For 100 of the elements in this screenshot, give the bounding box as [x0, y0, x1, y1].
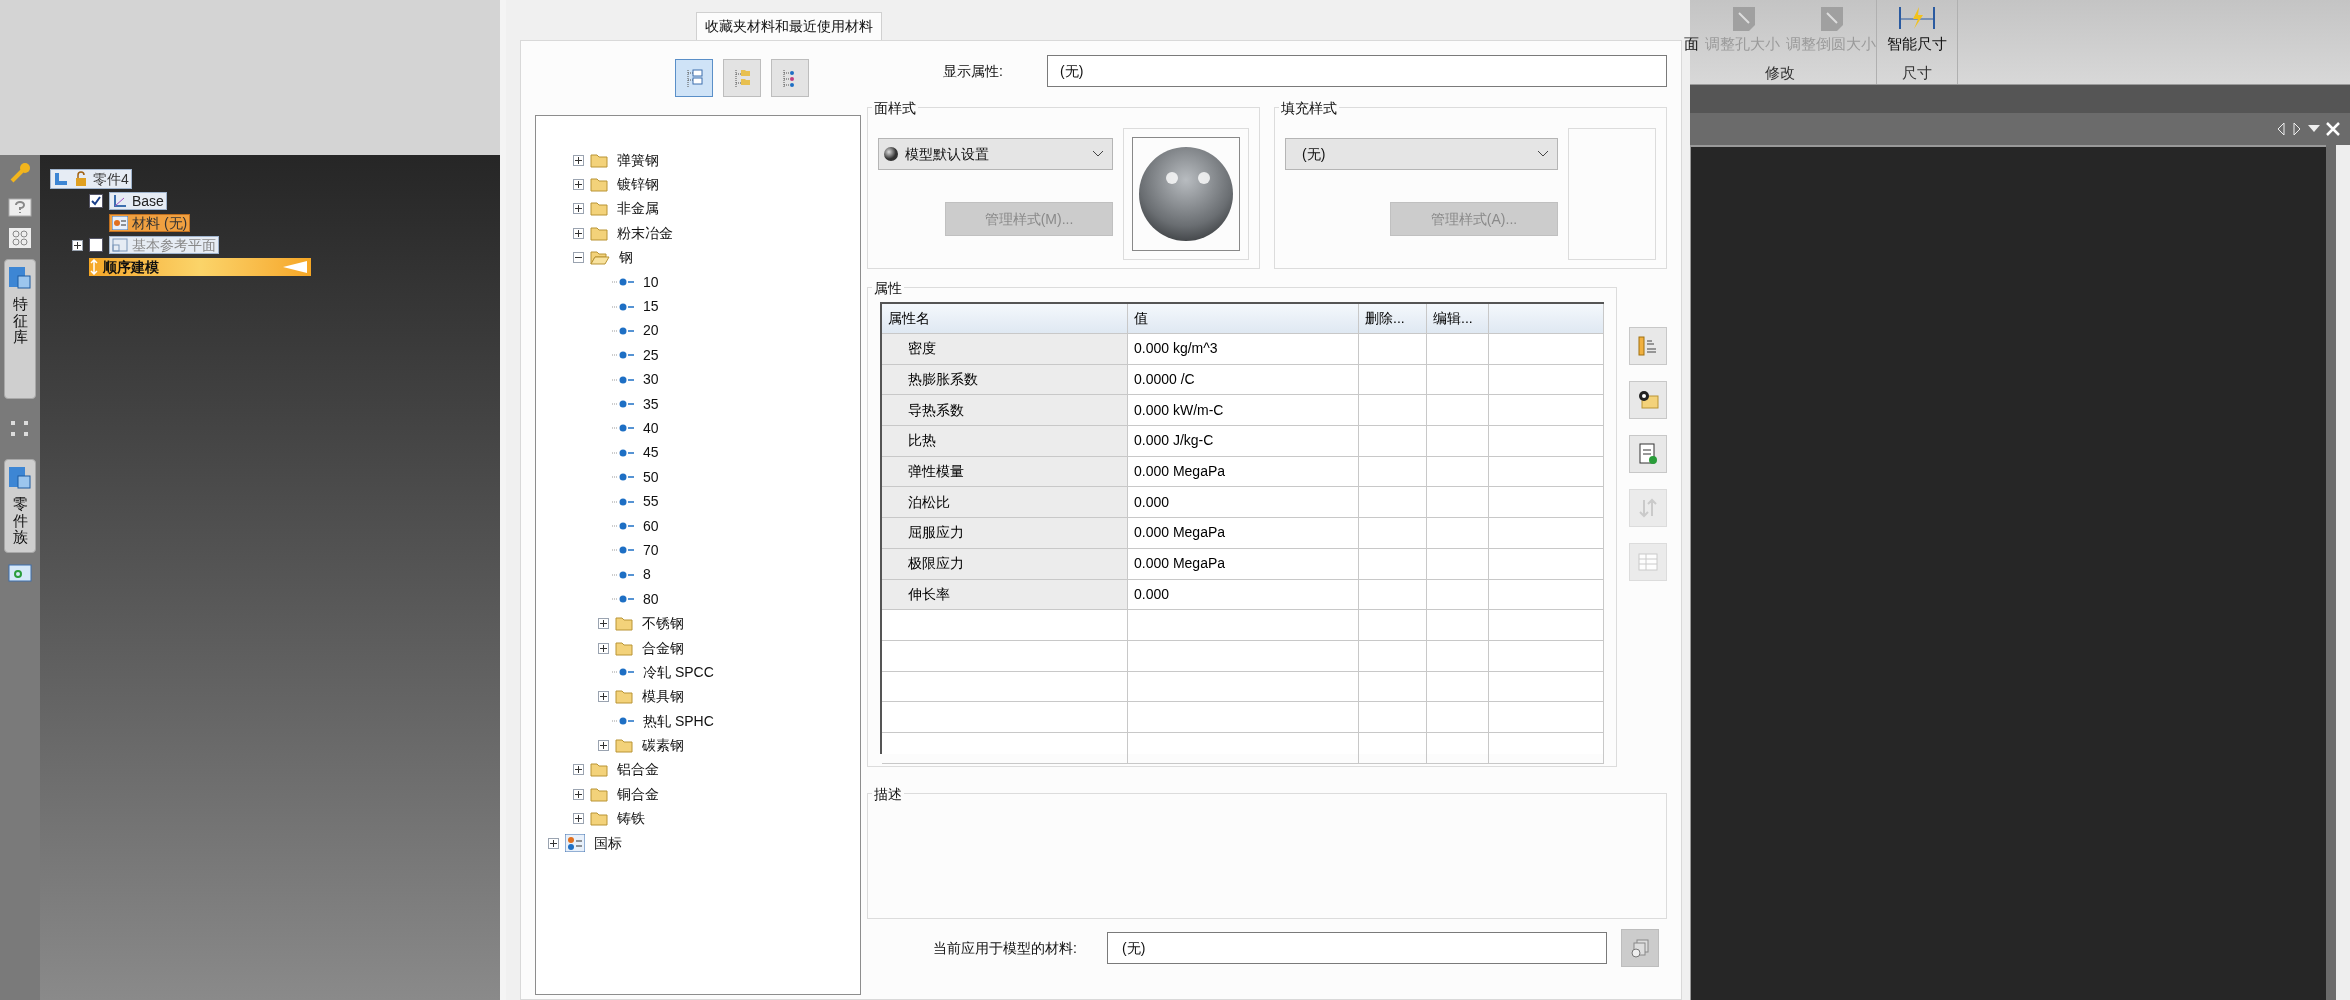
tree-item[interactable]: 30 — [643, 369, 659, 391]
expand-icon[interactable] — [72, 239, 83, 251]
picture-icon[interactable] — [8, 562, 32, 583]
nodes-icon[interactable] — [9, 419, 31, 439]
ribbon-button[interactable]: 智能尺寸 — [1887, 7, 1947, 56]
expand-icon[interactable] — [598, 691, 609, 703]
folder-icon — [590, 201, 608, 217]
column-header[interactable]: 删除... — [1359, 304, 1427, 333]
expand-icon[interactable] — [573, 227, 584, 239]
sphere-icon — [883, 146, 899, 162]
chevron-right-icon[interactable] — [2292, 122, 2302, 136]
material-icon — [612, 350, 636, 361]
tree-item[interactable]: 铜合金 — [617, 783, 659, 805]
tree-item[interactable]: 60 — [643, 515, 659, 537]
tree-item[interactable]: 8 — [643, 564, 651, 586]
field-label: 显示属性: — [943, 61, 1004, 81]
folder-icon — [615, 738, 633, 754]
expand-icon[interactable] — [573, 154, 584, 166]
input-field[interactable]: (无) — [1047, 55, 1667, 87]
input-field[interactable]: (无) — [1107, 932, 1607, 964]
checkbox[interactable] — [89, 194, 103, 208]
ribbon-button[interactable]: 面 — [1684, 31, 1699, 56]
tree-item[interactable]: 铝合金 — [617, 759, 659, 781]
tree-item[interactable]: 20 — [643, 320, 659, 342]
table-cell: 弹性模量 — [882, 456, 1128, 487]
tree-node[interactable]: Base — [109, 192, 167, 210]
tree-item[interactable]: 粉末冶金 — [617, 222, 673, 244]
column-header[interactable]: 属性名 — [882, 304, 1128, 333]
group-label: 修改 — [1765, 62, 1795, 83]
tree-item[interactable]: 15 — [643, 296, 659, 318]
tree-view-icon[interactable] — [675, 59, 713, 97]
material-icon — [612, 545, 636, 556]
expand-icon[interactable] — [573, 788, 584, 800]
grid-icon[interactable] — [8, 227, 32, 249]
close-icon[interactable] — [2326, 122, 2340, 136]
folder-icon — [590, 225, 608, 241]
part-icon — [53, 171, 69, 187]
help-icon[interactable] — [8, 195, 32, 217]
tree-item[interactable]: 55 — [643, 491, 659, 513]
tree-item[interactable]: 镀锌钢 — [617, 174, 659, 196]
expand-icon[interactable] — [598, 642, 609, 654]
tree-item[interactable]: 冷轧 SPCC — [643, 661, 714, 683]
checkbox[interactable] — [89, 238, 103, 252]
column-header[interactable]: 编辑... — [1427, 304, 1489, 333]
tree-item[interactable]: 25 — [643, 344, 659, 366]
column-header[interactable]: 值 — [1128, 304, 1359, 333]
chevron-left-icon[interactable] — [2276, 122, 2286, 136]
padlock-icon — [73, 171, 89, 187]
dropdown-icon[interactable] — [2308, 125, 2320, 133]
tree-item[interactable]: 50 — [643, 466, 659, 488]
tree-item[interactable]: 国标 — [594, 832, 622, 854]
expand-icon[interactable] — [573, 813, 584, 825]
tree-item[interactable]: 70 — [643, 539, 659, 561]
material-icon — [612, 569, 636, 580]
axes-icon — [112, 193, 128, 209]
tree-item[interactable]: 合金钢 — [642, 637, 684, 659]
dropdown[interactable]: (无) — [1285, 138, 1558, 170]
tree-item[interactable]: 80 — [643, 588, 659, 610]
material-icon — [612, 325, 636, 336]
folder-icon — [590, 762, 608, 778]
tree-item[interactable]: 非金属 — [617, 198, 659, 220]
folder-icon — [590, 177, 608, 193]
tree-item[interactable]: 热轧 SPHC — [643, 710, 714, 732]
list-view-icon[interactable] — [771, 59, 809, 97]
tree-node[interactable]: 材料 (无) — [109, 214, 191, 232]
expand-icon[interactable] — [598, 618, 609, 630]
tree-node[interactable]: 零件4 — [50, 169, 132, 189]
expand-icon[interactable] — [573, 203, 584, 215]
tree-item[interactable]: 40 — [643, 418, 659, 439]
group-title: 填充样式 — [1279, 98, 1339, 119]
tree-item[interactable]: 45 — [643, 442, 659, 464]
tree-item[interactable]: 35 — [643, 393, 659, 415]
tab[interactable]: 收藏夹材料和最近使用材料 — [696, 12, 882, 40]
dropdown[interactable]: 模型默认设置 — [878, 138, 1113, 170]
table-cell: 伸长率 — [882, 579, 1128, 610]
plane-icon — [112, 238, 128, 252]
expand-icon[interactable] — [573, 764, 584, 776]
tree-item[interactable]: 铸铁 — [617, 808, 645, 830]
tree-node[interactable]: 顺序建模 — [89, 258, 311, 276]
add-document-icon[interactable] — [1629, 435, 1667, 473]
tree-item[interactable]: 碳素钢 — [642, 735, 684, 757]
table-cell: 0.000 MegaPa — [1128, 548, 1359, 579]
tree-item[interactable]: 弹簧钢 — [617, 149, 659, 171]
expand-icon[interactable] — [573, 179, 584, 191]
folder-icon — [590, 786, 608, 802]
tree-item[interactable]: 模具钢 — [642, 686, 684, 708]
expand-icon[interactable] — [598, 740, 609, 752]
material-icon — [612, 423, 636, 434]
table-cell: 导热系数 — [882, 395, 1128, 426]
table-cell: 0.000 J/kg-C — [1128, 426, 1359, 456]
side-tab[interactable]: 特征库 — [4, 259, 36, 399]
tree-item[interactable]: 钢 — [619, 247, 633, 269]
side-tab[interactable]: 零件族 — [4, 459, 36, 553]
expand-icon[interactable] — [548, 837, 559, 849]
tree-item[interactable]: 不锈钢 — [642, 613, 684, 635]
tree-item[interactable]: 10 — [643, 271, 659, 293]
material-icon — [112, 216, 128, 230]
folder-pin-icon[interactable] — [1629, 381, 1667, 419]
folder-icon — [590, 152, 608, 168]
collapse-icon[interactable] — [573, 252, 584, 264]
